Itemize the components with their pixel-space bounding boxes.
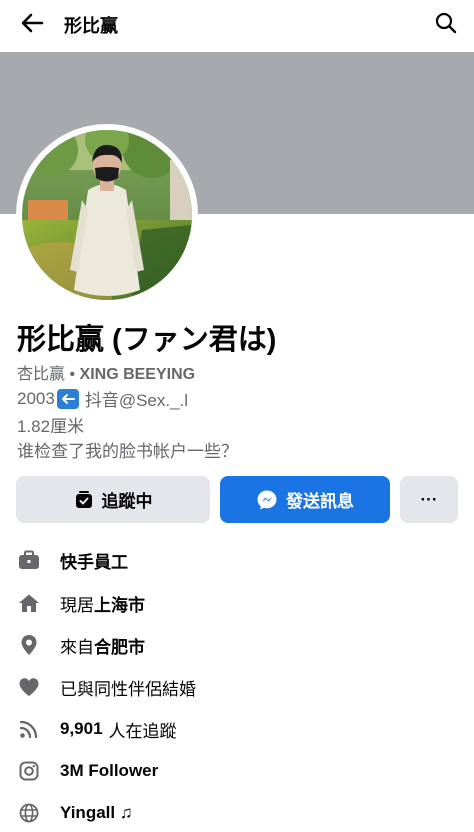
profile-name: 形比赢 (ファン君は) <box>17 324 277 356</box>
rss-icon <box>18 718 40 740</box>
relationship-text: 已與同性伴侶結婚 <box>60 679 196 699</box>
info-work[interactable]: 快手員工 <box>18 545 128 575</box>
back-button[interactable] <box>16 8 48 38</box>
search-button[interactable] <box>432 9 460 37</box>
bio-year: 2003 <box>17 388 55 408</box>
info-from[interactable]: 來自 合肥市 <box>18 630 145 660</box>
following-check-icon <box>74 490 94 510</box>
alternate-name-prefix: 杏比赢 • <box>17 366 76 383</box>
bio-line-1: 2003 抖音@Sex._.l <box>17 386 188 411</box>
info-instagram[interactable]: 3M Follower <box>18 756 158 786</box>
instagram-text: 3M Follower <box>60 761 159 780</box>
from-prefix: 來自 <box>60 637 94 657</box>
top-bar: 形比赢 <box>0 0 474 46</box>
globe-icon <box>18 802 40 824</box>
bio-douyin: 抖音@Sex._.l <box>84 391 189 410</box>
briefcase-icon <box>18 549 40 571</box>
info-lives-in[interactable]: 現居 上海市 <box>18 588 145 618</box>
more-label: ··· <box>420 489 438 509</box>
profile-picture[interactable] <box>16 124 198 306</box>
work-text: 快手員工 <box>60 552 128 572</box>
home-icon <box>18 592 40 614</box>
messenger-icon <box>256 489 278 511</box>
more-options-button[interactable]: ··· <box>400 476 458 523</box>
arrow-left-icon <box>21 13 44 33</box>
website-text: Yingall ♫ <box>60 803 133 822</box>
alternate-name-bold: XING BEEYING <box>79 366 196 383</box>
lives-prefix: 現居 <box>60 595 94 615</box>
arrow-left-badge-icon <box>56 388 79 409</box>
alternate-name: 杏比赢 • XING BEEYING <box>17 360 195 384</box>
heart-icon <box>18 676 40 698</box>
instagram-icon <box>18 760 40 782</box>
bio-line-3: 谁检查了我的脸书帐户一些？ <box>17 442 238 461</box>
send-message-label: 發送訊息 <box>286 492 354 511</box>
followers-count: 9,901 <box>60 719 103 738</box>
followers-suffix: 人在追蹤 <box>108 721 177 741</box>
avatar <box>22 130 192 300</box>
lives-city: 上海市 <box>94 595 145 615</box>
location-pin-icon <box>18 634 40 656</box>
search-icon <box>435 12 457 34</box>
following-label: 追蹤中 <box>101 492 153 511</box>
info-website[interactable]: Yingall ♫ <box>18 798 133 828</box>
send-message-button[interactable]: 發送訊息 <box>220 476 390 523</box>
from-city: 合肥市 <box>94 637 145 657</box>
info-followers[interactable]: 9,901 人在追蹤 <box>18 714 177 744</box>
info-relationship[interactable]: 已與同性伴侶結婚 <box>18 672 196 702</box>
bio-line-2: 1.82厘米 <box>17 417 85 436</box>
avatar-photo <box>22 130 192 300</box>
following-button[interactable]: 追蹤中 <box>16 476 210 523</box>
page-title: 形比赢 <box>64 16 118 36</box>
